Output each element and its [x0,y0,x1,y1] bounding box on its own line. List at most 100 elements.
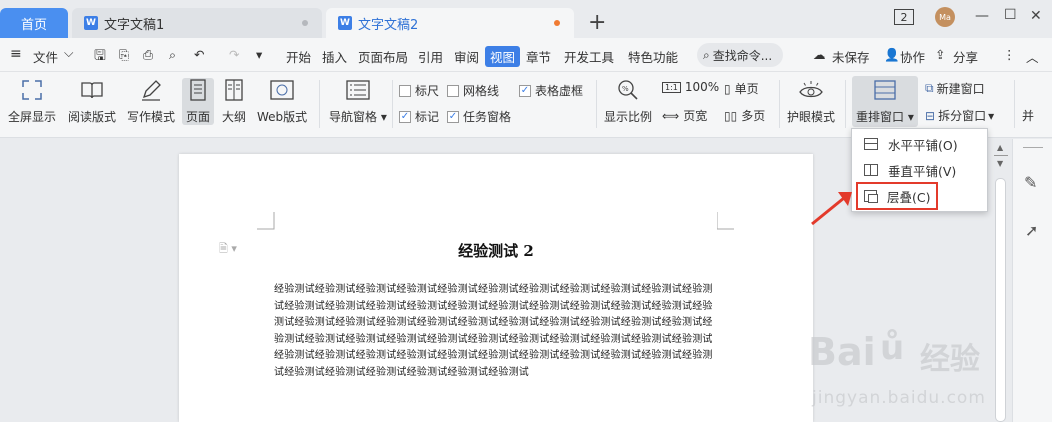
menu-file[interactable]: 文件 [33,47,58,66]
reading-mode-button[interactable]: 阅读版式 [68,78,116,125]
collab-icon[interactable]: 👤 [884,47,900,63]
marks-checkbox[interactable]: ✓ 标记 [399,108,439,125]
ribbon-divider [392,80,393,128]
cursor-icon[interactable]: ➚ [1025,221,1038,240]
outline-label: 大纲 [221,110,246,124]
zoom-label: 显示比例 [604,110,653,124]
command-search[interactable]: ⌕ 查找命令... [697,43,783,67]
avatar[interactable]: Ma [935,7,955,27]
single-page-icon: ▯ [724,81,731,96]
document-page[interactable]: 🗎 ▾ 经验测试 2 经验测试经验测试经验测试经验测试经验测试经验测试经验测试经… [179,154,813,422]
share-icon[interactable]: ⇪ [935,47,945,62]
fullscreen-button[interactable]: 全屏显示 [8,78,56,125]
unsaved-status[interactable]: 未保存 [832,47,870,66]
edit-pen-icon[interactable]: ✎ [1024,173,1037,192]
eye-icon [798,78,824,102]
tab-home[interactable]: 首页 [0,8,68,38]
new-tab-button[interactable]: + [588,10,606,35]
fullscreen-icon [19,78,45,102]
arrange-windows-icon [872,78,898,102]
menu-chapter[interactable]: 章节 [526,47,551,66]
arrange-windows-button[interactable]: 重排窗口 ▾ [852,76,918,127]
collapse-ribbon-icon[interactable]: ︿ [1026,47,1039,66]
minimize-icon[interactable]: — [975,8,989,24]
close-icon[interactable]: ✕ [1030,8,1042,24]
single-page-label: 单页 [734,82,759,96]
more-icon[interactable]: ⋮ [1003,47,1016,62]
zoom-100-button[interactable]: 1:1 100% [662,80,719,94]
outline-button[interactable]: 大纲 [221,78,247,125]
chevron-down-icon[interactable]: ⌵ [64,45,73,61]
scroll-divider [994,155,1008,156]
cloud-icon[interactable]: ☁ [813,47,826,62]
writing-mode-button[interactable]: 写作模式 [127,78,175,125]
tab-close-dot[interactable] [302,20,308,26]
page-view-label: 页面 [185,110,210,124]
ruler-checkbox[interactable]: 标尺 [399,82,439,99]
new-window-button[interactable]: ⧉ 新建窗口 [925,80,985,97]
redo-icon[interactable]: ↷ [229,47,239,62]
menu-dev-tools[interactable]: 开发工具 [564,47,614,66]
format-painter-icon[interactable]: ⎘ [119,47,129,63]
tab-doc2[interactable]: W 文字文稿2 [326,8,574,38]
window-count-badge[interactable]: 2 [894,9,914,25]
page-width-button[interactable]: ⟺ 页宽 [662,107,707,124]
table-borders-label: 表格虚框 [535,84,584,98]
ribbon-divider [319,80,320,128]
margin-corner [257,212,275,230]
maximize-icon[interactable]: ☐ [1004,7,1017,23]
save-icon[interactable]: 🖫 [94,45,106,69]
document-body[interactable]: 经验测试经验测试经验测试经验测试经验测试经验测试经验测试经验测试经验测试经验测试… [274,282,718,381]
split-window-button[interactable]: ⊟ 拆分窗口 ▾ [925,107,994,124]
task-pane-checkbox[interactable]: ✓ 任务窗格 [447,108,511,125]
menu-item-label: 水平平铺(O) [888,137,958,153]
web-icon [269,78,295,102]
menu-special[interactable]: 特色功能 [628,47,678,66]
web-layout-button[interactable]: Web版式 [257,78,307,125]
menu-page-layout[interactable]: 页面布局 [358,47,408,66]
table-borders-checkbox[interactable]: ✓ 表格虚框 [519,82,583,99]
document-title[interactable]: 经验测试 2 [179,240,813,261]
menu-item-cascade[interactable]: 层叠(C) [856,182,938,210]
menu-review[interactable]: 审阅 [454,47,479,66]
gridlines-label: 网格线 [463,84,500,98]
multi-page-icon: ▯▯ [724,108,738,123]
print-icon[interactable]: ⎙ [143,47,153,63]
menu-start[interactable]: 开始 [286,47,311,66]
quick-access-more-icon[interactable]: ▾ [256,47,262,62]
scroll-down-icon[interactable]: ▼ [997,159,1003,168]
menu-insert[interactable]: 插入 [322,47,347,66]
zoom-button[interactable]: % 显示比例 [604,78,652,125]
menu-view[interactable]: 视图 [485,46,521,67]
multi-page-button[interactable]: ▯▯ 多页 [724,107,765,124]
nav-pane-button[interactable]: 导航窗格 ▾ [329,78,387,125]
pen-icon [138,78,164,102]
page-icon [185,78,211,102]
menu-item-tile-horizontal[interactable]: 水平平铺(O) [858,132,982,156]
svg-text:%: % [622,85,629,93]
reading-mode-label: 阅读版式 [68,110,117,124]
collab-button[interactable]: 协作 [900,47,925,66]
page-view-button[interactable]: 页面 [182,78,214,125]
outline-icon [221,78,247,102]
tab-doc1[interactable]: W 文字文稿1 [72,8,322,38]
menu-bar: ≡ 文件 ⌵ 🖫 ⎘ ⎙ ⌕ ↶ ↷ ▾ 开始 插入 页面布局 引用 审阅 视图… [0,38,1052,72]
side-by-side-button[interactable]: 并 [1022,107,1034,124]
chevron-down-icon: ▾ [988,108,995,123]
unsaved-dot[interactable] [554,20,560,26]
new-window-icon: ⧉ [925,81,934,95]
writer-doc-icon: W [338,16,352,30]
print-preview-icon[interactable]: ⌕ [169,47,176,63]
title-bar: 首页 W 文字文稿1 W 文字文稿2 + 2 Ma — ☐ ✕ [0,0,1052,38]
watermark-brand: Bai [808,330,876,374]
eye-mode-button[interactable]: 护眼模式 [787,78,835,125]
menu-references[interactable]: 引用 [418,47,443,66]
undo-icon[interactable]: ↶ [194,47,204,62]
gridlines-checkbox[interactable]: 网格线 [447,82,499,99]
menu-item-tile-vertical[interactable]: 垂直平铺(V) [858,158,982,182]
tab-doc1-label: 文字文稿1 [104,17,165,33]
share-button[interactable]: 分享 [953,47,978,66]
scroll-up-icon[interactable]: ▲ [997,143,1003,152]
hamburger-icon[interactable]: ≡ [10,46,22,62]
single-page-button[interactable]: ▯ 单页 [724,80,759,97]
